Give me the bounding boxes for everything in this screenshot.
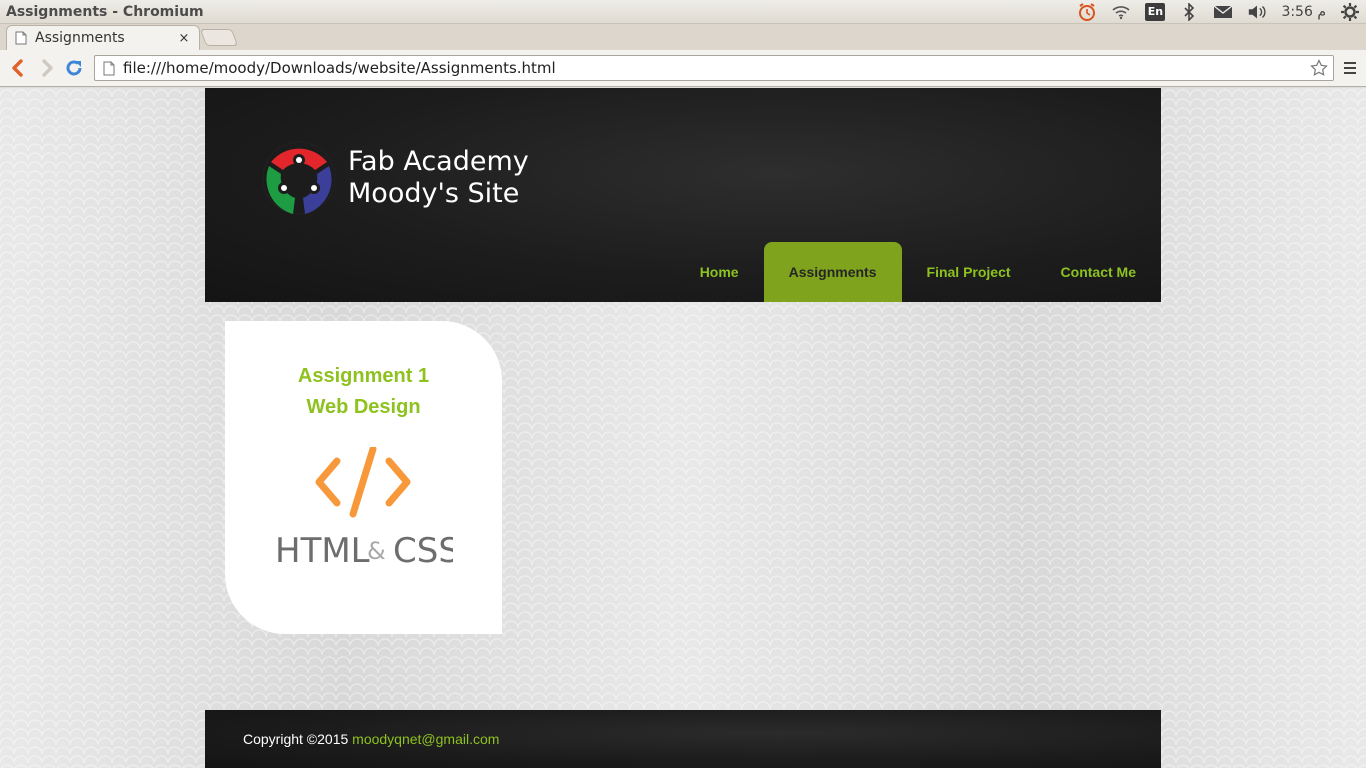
css-label: CSS [393,531,453,571]
tab-title: Assignments [35,30,125,46]
back-button[interactable] [6,58,28,78]
tab-close-icon[interactable]: × [177,31,191,46]
nav-contact-me[interactable]: Contact Me [1036,242,1161,302]
page-icon [15,31,27,45]
copyright-text: Copyright ©2015 [243,731,353,747]
page-icon [103,61,115,75]
wifi-icon[interactable] [1111,2,1131,22]
site-footer: Copyright ©2015 moodyqnet@gmail.com [205,710,1161,768]
system-tray: En 3:56 م [1077,0,1360,24]
assignment-topic: Web Design [306,396,421,418]
site-title-line2: Moody's Site [348,178,520,209]
footer-text: Copyright ©2015 moodyqnet@gmail.com [243,731,499,747]
settings-gear-icon[interactable] [1340,2,1360,22]
forward-button[interactable] [36,58,58,78]
os-top-panel: Assignments - Chromium En 3:56 م [0,0,1366,24]
html-label: HTML [275,531,370,571]
window-title: Assignments - Chromium [6,3,204,20]
browser-tab-strip: Assignments × [0,24,1366,50]
ampersand-label: & [367,537,386,565]
url-text[interactable]: file:///home/moody/Downloads/website/Ass… [123,59,1309,77]
browser-toolbar: file:///home/moody/Downloads/website/Ass… [0,50,1366,87]
volume-icon[interactable] [1247,2,1267,22]
site-title-line1: Fab Academy [348,146,529,177]
site-title: Fab Academy Moody's Site [348,146,529,210]
browser-tab-assignments[interactable]: Assignments × [6,25,200,50]
assignment-number: Assignment 1 [297,365,430,387]
html-css-icon: HTML & CSS [275,447,453,571]
assignment-card-web-design[interactable]: Assignment 1 Web Design HTML & CSS [225,321,502,634]
reload-icon [66,60,82,76]
site-header: Fab Academy Moody's Site Home Assignment… [205,88,1161,302]
fab-lab-logo[interactable] [257,136,341,220]
keyboard-layout-indicator[interactable]: En [1145,2,1166,21]
new-tab-button[interactable] [199,29,239,46]
forward-arrow-icon [42,59,53,77]
reload-button[interactable] [63,58,85,78]
web-page: Fab Academy Moody's Site Home Assignment… [0,88,1366,768]
main-nav: Home Assignments Final Project Contact M… [675,242,1161,302]
nav-assignments[interactable]: Assignments [763,242,902,302]
bluetooth-icon[interactable] [1179,2,1199,22]
back-arrow-icon [12,59,23,77]
nav-home[interactable]: Home [675,242,764,302]
address-bar[interactable]: file:///home/moody/Downloads/website/Ass… [94,55,1334,81]
clock[interactable]: 3:56 م [1281,4,1326,20]
footer-email-link[interactable]: moodyqnet@gmail.com [352,731,499,747]
nav-final-project[interactable]: Final Project [902,242,1036,302]
bookmark-star-icon[interactable] [1309,58,1329,78]
alarm-clock-icon[interactable] [1077,2,1097,22]
assignment-card-title: Assignment 1 Web Design [225,361,502,423]
mail-icon[interactable] [1213,2,1233,22]
menu-icon[interactable] [1340,59,1360,77]
